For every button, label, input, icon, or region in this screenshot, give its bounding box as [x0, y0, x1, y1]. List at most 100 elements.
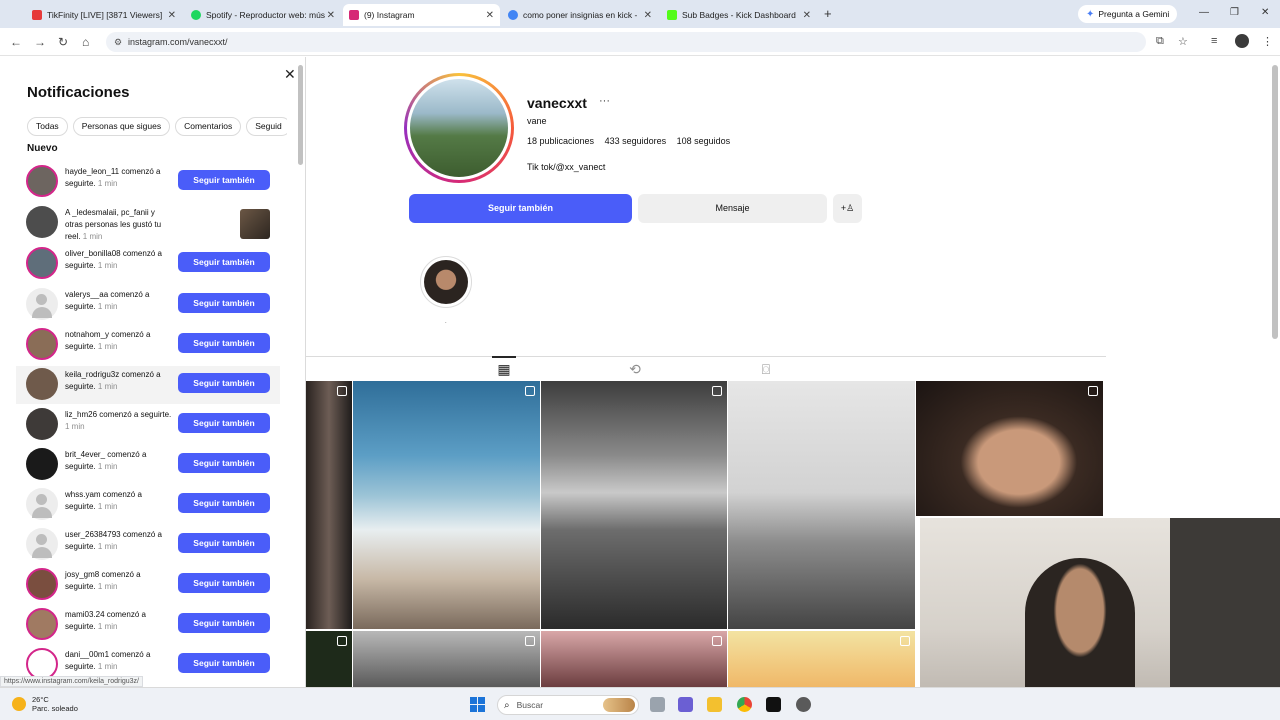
filter-follows[interactable]: Seguid — [246, 117, 287, 136]
notification-username[interactable]: josy_gm8 — [65, 570, 99, 579]
avatar[interactable] — [26, 568, 58, 600]
notification-item[interactable]: valerys__aa comenzó a seguirte. 1 min Seg… — [24, 286, 280, 324]
avatar[interactable] — [26, 206, 58, 238]
notification-item[interactable]: user_26384793 comenzó a seguirte. 1 min S… — [24, 526, 280, 564]
notification-item[interactable]: brit_4ever_ comenzó a seguirte. 1 min Seg… — [24, 446, 280, 484]
notification-username[interactable]: keila_rodrigu3z — [65, 370, 119, 379]
reel-thumbnail[interactable] — [240, 209, 270, 239]
notification-item[interactable]: liz_hm26 comenzó a seguirte. 1 min Seguir… — [24, 406, 280, 444]
notification-username[interactable]: dani__00m1 — [65, 650, 109, 659]
notification-username[interactable]: notnahom_y — [65, 330, 109, 339]
window-close-icon[interactable]: ✕ — [1261, 7, 1269, 18]
more-options-icon[interactable]: ··· — [599, 95, 610, 107]
task-view-icon[interactable] — [650, 697, 665, 712]
page-scrollbar[interactable] — [1272, 65, 1278, 339]
home-icon[interactable]: ⌂ — [82, 35, 89, 49]
post-tile[interactable] — [353, 631, 540, 687]
menu-icon[interactable]: ⋮ — [1262, 35, 1273, 48]
obs-icon[interactable] — [796, 697, 811, 712]
filter-following[interactable]: Personas que sigues — [72, 117, 171, 136]
install-app-icon[interactable]: ⧉ — [1156, 35, 1164, 48]
filter-all[interactable]: Todas — [27, 117, 68, 136]
follow-back-button[interactable]: Seguir también — [178, 453, 270, 473]
notification-username[interactable]: A _ledesmalaii, pc_fanii — [65, 208, 149, 217]
profile-avatar[interactable] — [404, 73, 514, 183]
reload-icon[interactable]: ↻ — [58, 35, 68, 49]
post-tile[interactable] — [541, 631, 727, 687]
follow-back-button[interactable]: Seguir también — [178, 613, 270, 633]
file-explorer-icon[interactable] — [707, 697, 722, 712]
message-button[interactable]: Mensaje — [638, 194, 827, 223]
avatar[interactable] — [26, 488, 58, 520]
close-icon[interactable]: ✕ — [168, 10, 176, 21]
tab-tagged[interactable]: ⌼ — [754, 358, 778, 380]
follow-back-button[interactable]: Seguir también — [178, 170, 270, 190]
minimize-icon[interactable]: — — [1199, 7, 1209, 18]
teams-icon[interactable] — [678, 697, 693, 712]
notification-item[interactable]: josy_gm8 comenzó a seguirte. 1 min Seguir… — [24, 566, 280, 604]
tab-spotify[interactable]: Spotify - Reproductor web: mús ✕ — [185, 4, 341, 26]
avatar[interactable] — [26, 165, 58, 197]
post-tile[interactable] — [728, 631, 915, 687]
follow-back-button[interactable]: Seguir también — [409, 194, 632, 223]
post-tile[interactable] — [541, 381, 727, 629]
gemini-button[interactable]: ✦ Pregunta a Gemini — [1078, 5, 1178, 23]
notification-item[interactable]: hayde_leon_11 comenzó a seguirte. 1 min S… — [24, 163, 280, 201]
browser-profile-avatar[interactable] — [1235, 34, 1249, 48]
notification-username[interactable]: hayde_leon_11 — [65, 167, 119, 176]
avatar[interactable] — [26, 608, 58, 640]
tab-google[interactable]: como poner insignias en kick - ✕ — [502, 4, 658, 26]
tab-reposts[interactable]: ⟲ — [623, 358, 647, 380]
follow-back-button[interactable]: Seguir también — [178, 493, 270, 513]
avatar[interactable] — [26, 528, 58, 560]
maximize-icon[interactable]: ❐ — [1230, 7, 1239, 18]
notification-username[interactable]: liz_hm26 — [65, 410, 97, 419]
bookmark-star-icon[interactable]: ☆ — [1178, 35, 1188, 48]
notification-username[interactable]: whss.yam — [65, 490, 101, 499]
tiktok-icon[interactable] — [766, 697, 781, 712]
avatar[interactable] — [26, 448, 58, 480]
avatar[interactable] — [26, 288, 58, 320]
notification-item[interactable]: A _ledesmalaii, pc_fanii y otras persona… — [24, 204, 280, 242]
notification-username[interactable]: user_26384793 — [65, 530, 121, 539]
tab-posts[interactable]: ▦ — [492, 356, 516, 378]
weather-widget[interactable]: 26°C Parc. soleado — [12, 695, 78, 713]
tab-tikfinity[interactable]: TikFinity [LIVE] [3871 Viewers] ✕ — [26, 4, 182, 26]
notification-username[interactable]: brit_4ever_ — [65, 450, 105, 459]
back-icon[interactable]: ← — [10, 35, 22, 49]
post-tile[interactable] — [728, 381, 915, 629]
forward-icon[interactable]: → — [34, 35, 46, 49]
notification-username[interactable]: mami03.24 — [65, 610, 105, 619]
notification-item[interactable]: mami03.24 comenzó a seguirte. 1 min Segui… — [24, 606, 280, 644]
notification-item[interactable]: whss.yam comenzó a seguirte. 1 min Seguir… — [24, 486, 280, 524]
follow-back-button[interactable]: Seguir también — [178, 252, 270, 272]
post-tile[interactable] — [306, 381, 352, 629]
notification-username[interactable]: valerys__aa — [65, 290, 108, 299]
chrome-icon[interactable] — [737, 697, 752, 712]
avatar[interactable] — [26, 408, 58, 440]
notification-item[interactable]: notnahom_y comenzó a seguirte. 1 min Segu… — [24, 326, 280, 364]
close-icon[interactable]: ✕ — [327, 10, 335, 21]
url-input[interactable]: ⚙ instagram.com/vanecxxt/ — [106, 32, 1146, 52]
follow-back-button[interactable]: Seguir también — [178, 533, 270, 553]
notification-item[interactable]: oliver_bonilla08 comenzó a seguirte. 1 m… — [24, 245, 280, 283]
avatar[interactable] — [26, 368, 58, 400]
avatar[interactable] — [26, 328, 58, 360]
post-tile[interactable] — [916, 381, 1103, 516]
post-tile[interactable] — [353, 381, 540, 629]
close-icon[interactable]: ✕ — [803, 10, 811, 21]
follow-back-button[interactable]: Seguir también — [178, 653, 270, 673]
close-icon[interactable]: ✕ — [644, 10, 652, 21]
notification-item[interactable]: keila_rodrigu3z comenzó a seguirte. 1 mi… — [16, 366, 280, 404]
windows-start-icon[interactable] — [470, 697, 485, 712]
follow-back-button[interactable]: Seguir también — [178, 293, 270, 313]
close-panel-icon[interactable]: ✕ — [284, 66, 296, 83]
followers-count[interactable]: 433 seguidores — [605, 136, 667, 146]
story-highlight[interactable] — [420, 256, 472, 308]
suggested-users-button[interactable]: +♙ — [833, 194, 862, 223]
panel-scrollbar[interactable] — [298, 65, 303, 165]
tab-instagram[interactable]: (9) Instagram ✕ — [343, 4, 500, 26]
follow-back-button[interactable]: Seguir también — [178, 413, 270, 433]
follow-back-button[interactable]: Seguir también — [178, 333, 270, 353]
filter-comments[interactable]: Comentarios — [175, 117, 242, 136]
